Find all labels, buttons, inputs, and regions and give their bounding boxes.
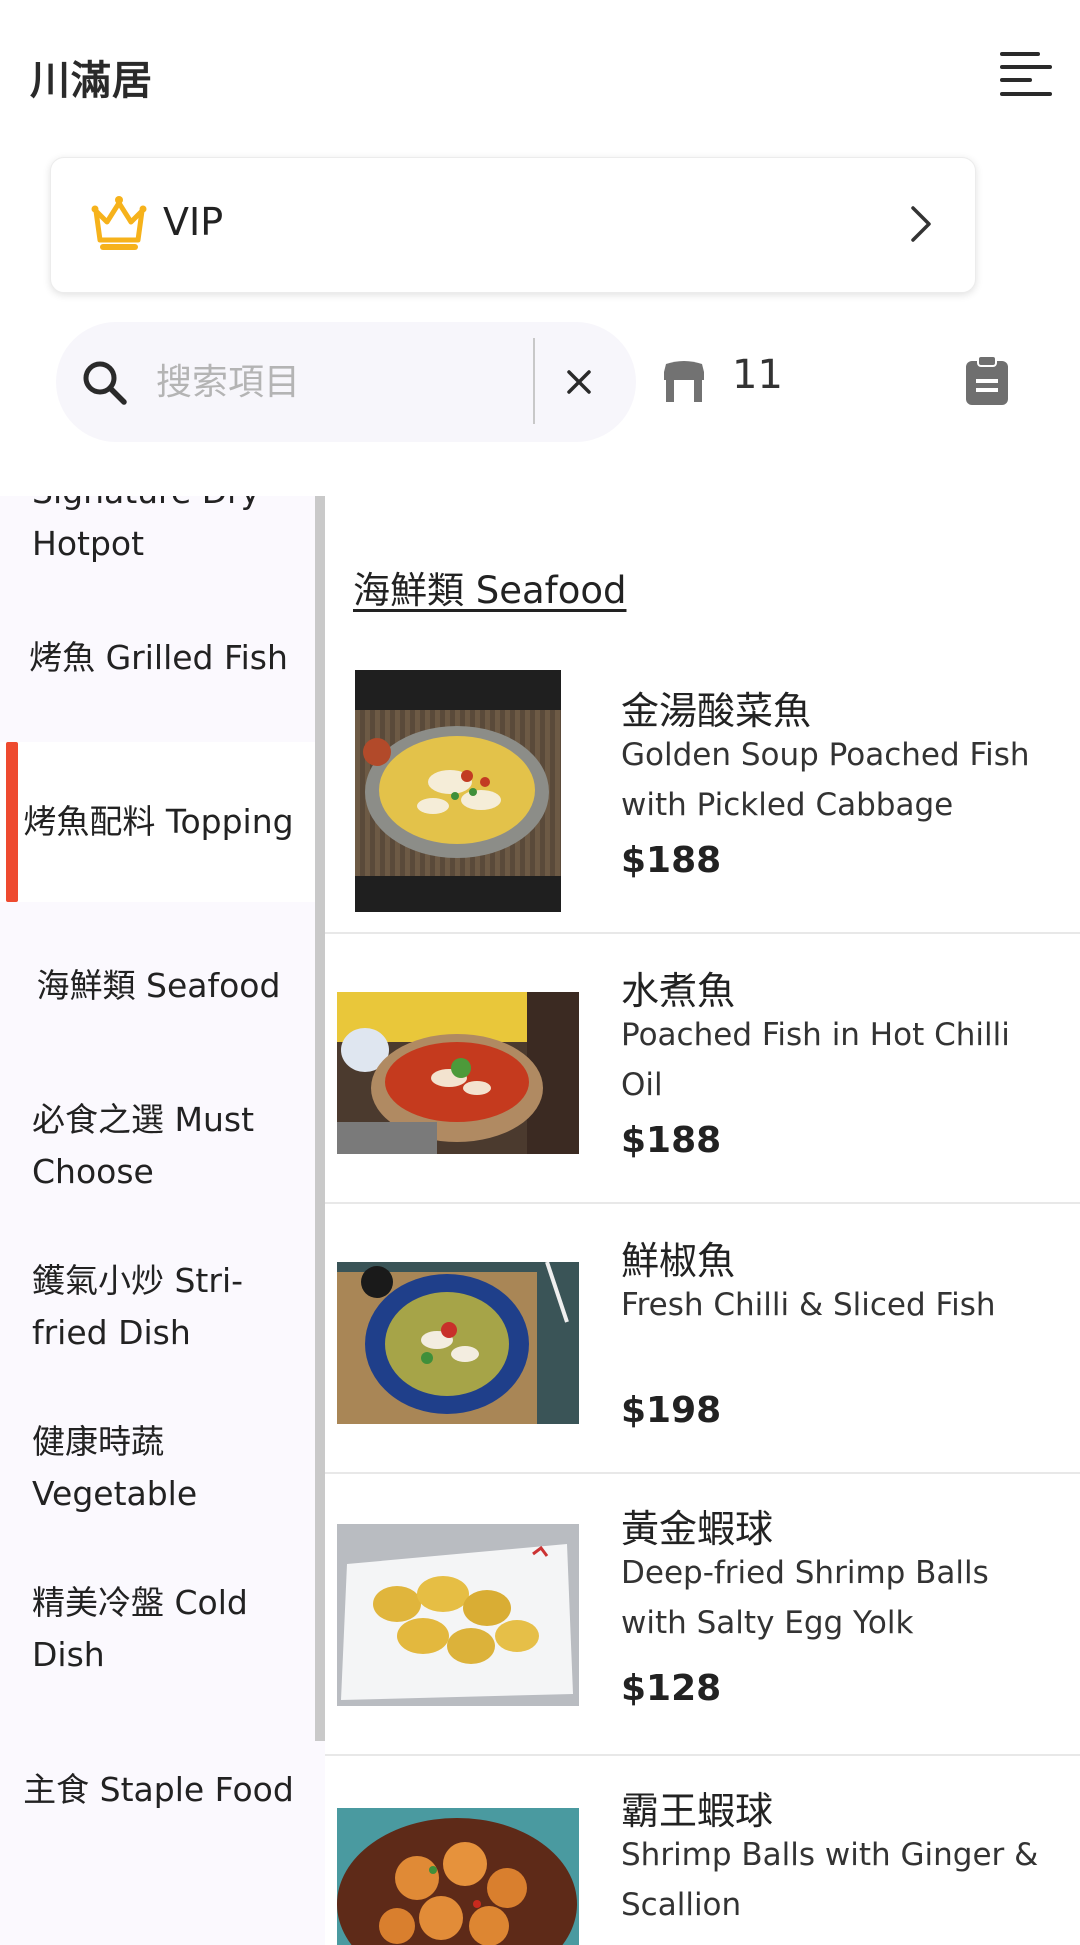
dish-name-en: Poached Fish in Hot Chilli Oil: [621, 1017, 1010, 1103]
active-indicator: [6, 742, 18, 902]
search-input[interactable]: [156, 352, 576, 412]
dish-name-en: Deep-fried Shrimp Balls with Salty Egg Y…: [621, 1555, 989, 1641]
sidebar-scrollbar[interactable]: [315, 496, 325, 1741]
dish-price: $188: [621, 1120, 722, 1161]
table-number: 11: [732, 352, 783, 398]
sidebar-item-vegetable[interactable]: 健康時蔬 Vegetable: [0, 1388, 315, 1548]
dish-name-zh: 金湯酸菜魚: [621, 689, 812, 733]
sidebar-item-label: 海鮮類 Seafood: [36, 966, 281, 1005]
dish-item[interactable]: 水煮魚 Poached Fish in Hot Chilli Oil $188: [325, 934, 1080, 1204]
chevron-right-icon: [911, 206, 931, 242]
table-icon: [664, 361, 704, 402]
dish-image: [355, 670, 561, 912]
dish-price: $128: [621, 1668, 722, 1709]
sidebar-item-label: 鑊氣小炒 Stri-fried Dish: [32, 1261, 244, 1352]
sidebar-item-label: 主食 Staple Food: [23, 1770, 294, 1809]
dish-item[interactable]: 金湯酸菜魚 Golden Soup Poached Fish with Pick…: [325, 660, 1080, 934]
order-list-icon[interactable]: [964, 355, 1010, 407]
sidebar-item-must-choose[interactable]: 必食之選 Must Choose: [0, 1066, 315, 1226]
category-sidebar: Signature Dry Hotpot 烤魚 Grilled Fish 烤魚配…: [0, 496, 325, 1945]
dish-image: [337, 1262, 579, 1424]
search-bar: [56, 322, 636, 442]
search-icon[interactable]: [80, 358, 130, 408]
dish-item[interactable]: 鮮椒魚 Fresh Chilli & Sliced Fish $198: [325, 1204, 1080, 1474]
dish-price: $198: [621, 1390, 722, 1431]
sidebar-item-label: 烤魚 Grilled Fish: [29, 638, 288, 677]
sidebar-item-label: 精美冷盤 Cold Dish: [32, 1583, 248, 1674]
sidebar-item-label: 必食之選 Must Choose: [32, 1100, 255, 1191]
search-divider: [533, 338, 535, 424]
dish-item[interactable]: 黃金蝦球 Deep-fried Shrimp Balls with Salty …: [325, 1474, 1080, 1756]
dish-name-en: Golden Soup Poached Fish with Pickled Ca…: [621, 737, 1030, 823]
hamburger-menu-icon[interactable]: [1000, 52, 1052, 96]
sidebar-item-topping[interactable]: 烤魚配料 Topping: [0, 742, 315, 902]
vip-label: VIP: [163, 200, 224, 244]
sidebar-item-grilled-fish[interactable]: 烤魚 Grilled Fish: [0, 596, 315, 720]
dish-name-en: Shrimp Balls with Ginger & Scallion: [621, 1837, 1039, 1923]
crown-icon: [91, 196, 147, 250]
section-title: 海鮮類 Seafood: [353, 569, 627, 612]
dish-image: [337, 1524, 579, 1706]
dish-name-zh: 鮮椒魚: [621, 1239, 736, 1283]
dish-image: [337, 1808, 579, 1945]
dish-name-zh: 霸王蝦球: [621, 1789, 774, 1833]
dish-name-zh: 水煮魚: [621, 969, 736, 1013]
sidebar-item-staple-food[interactable]: 主食 Staple Food: [0, 1710, 315, 1870]
restaurant-name: 川滿居: [30, 58, 153, 104]
sidebar-item-seafood[interactable]: 海鮮類 Seafood: [0, 906, 315, 1066]
clear-search-icon[interactable]: [554, 357, 604, 407]
sidebar-item-stir-fried[interactable]: 鑊氣小炒 Stri-fried Dish: [0, 1226, 315, 1388]
sidebar-item-label: 健康時蔬 Vegetable: [32, 1422, 198, 1513]
dish-price: $188: [621, 840, 722, 881]
sidebar-item-label: Signature Dry Hotpot: [32, 496, 260, 563]
sidebar-item-label: 烤魚配料 Topping: [23, 802, 294, 841]
dish-image: [337, 992, 579, 1154]
dish-name-zh: 黃金蝦球: [621, 1507, 774, 1551]
sidebar-item-dry-hotpot[interactable]: Signature Dry Hotpot: [0, 496, 315, 578]
dish-name-en: Fresh Chilli & Sliced Fish: [621, 1287, 996, 1323]
app-header: 川滿居: [0, 0, 1080, 150]
sidebar-item-cold-dish[interactable]: 精美冷盤 Cold Dish: [0, 1548, 315, 1710]
menu-content: 海鮮類 Seafood 金湯酸菜魚 Golden Soup Poached Fi…: [325, 496, 1080, 1945]
dish-item[interactable]: 霸王蝦球 Shrimp Balls with Ginger & Scallion: [325, 1756, 1080, 1945]
vip-card[interactable]: VIP: [50, 157, 976, 293]
